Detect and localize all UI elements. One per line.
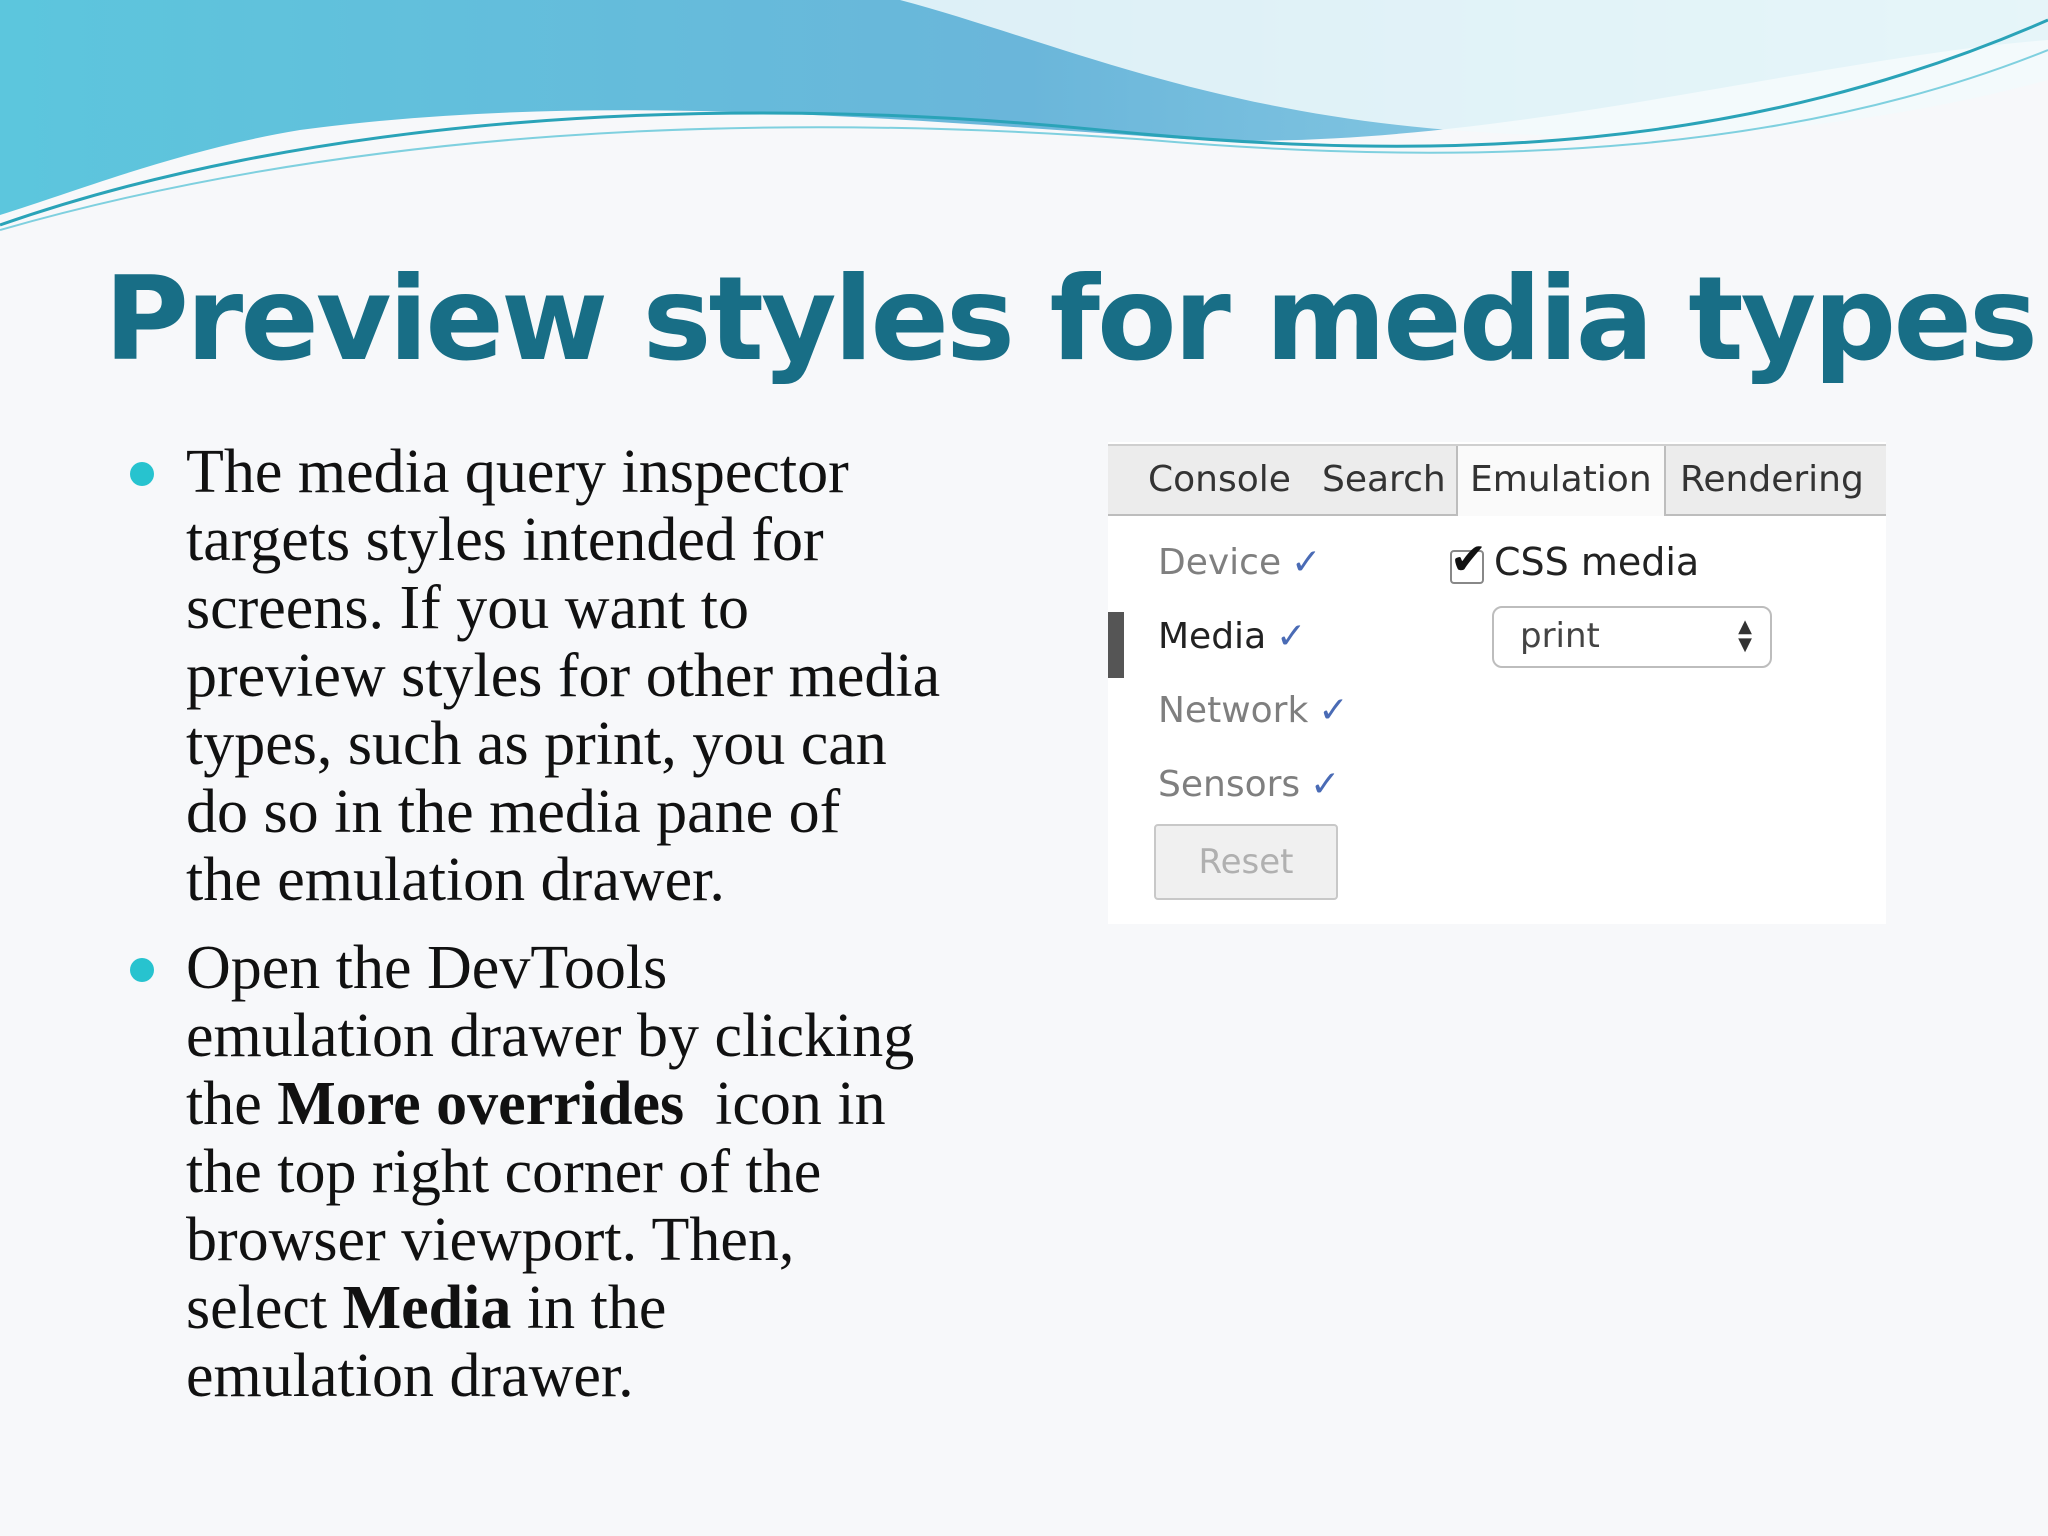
bullet-dot-icon [130,462,154,486]
bullet-line: targets styles intended for [186,506,824,574]
css-media-label: CSS media [1494,540,1700,584]
bullet-item-2: Open the DevTools emulation drawer by cl… [124,934,1024,1410]
tab-emulation[interactable]: Emulation [1456,446,1666,516]
bullet-line: preview styles for other media [186,642,941,710]
bullet-line: Open the DevTools [186,934,668,1002]
check-icon: ✓ [1318,690,1349,731]
selected-item-indicator [1108,612,1124,678]
bullet-text: icon in [684,1070,886,1138]
sidebar-item-label: Sensors [1158,764,1301,805]
check-icon: ✓ [1310,764,1341,805]
check-icon: ✓ [1276,616,1307,657]
bullet-line: browser viewport. Then, [186,1206,795,1274]
bullet-line: do so in the media pane of [186,778,841,846]
sidebar-item-sensors[interactable]: Sensors ✓ [1158,764,1340,805]
devtools-screenshot-panel: Console Search Emulation Rendering Devic… [1108,442,1886,924]
sidebar-item-network[interactable]: Network ✓ [1158,690,1348,731]
bullet-line: The media query inspector [186,438,849,506]
css-media-checkbox[interactable]: ✔ [1450,538,1487,584]
bullet-text: the [186,1070,278,1138]
media-type-value: print [1520,616,1600,656]
bullet-text: in the [511,1274,667,1342]
check-icon: ✓ [1291,542,1322,583]
sidebar-item-media[interactable]: Media ✓ [1158,616,1306,657]
bullet-item-1: The media query inspector targets styles… [124,438,1024,914]
checkmark-icon: ✔ [1450,534,1487,585]
sidebar-item-label: Network [1158,690,1309,731]
bullet-text: select [186,1274,343,1342]
bullet-line: types, such as print, you can [186,710,887,778]
bullet-list: The media query inspector targets styles… [124,438,1024,1430]
bullet-line: the top right corner of the [186,1138,822,1206]
page-title: Preview styles for media types [104,252,2038,387]
tab-console[interactable]: Console [1148,446,1291,514]
tab-search[interactable]: Search [1322,446,1446,514]
header-wave-decoration [0,0,2048,231]
bullet-line: screens. If you want to [186,574,749,642]
sidebar-item-device[interactable]: Device ✓ [1158,542,1321,583]
reset-button[interactable]: Reset [1154,824,1338,900]
sidebar-item-label: Device [1158,542,1282,583]
bullet-bold-text: More overrides [277,1070,685,1138]
bullet-line: emulation drawer. [186,1342,634,1410]
sidebar-item-label: Media [1158,616,1267,657]
updown-arrows-icon: ▲ ▼ [1738,616,1752,655]
bullet-line: emulation drawer by clicking [186,1002,915,1070]
media-type-select[interactable]: print ▲ ▼ [1492,606,1772,668]
bullet-dot-icon [130,958,154,982]
bullet-bold-text: Media [342,1274,512,1342]
tab-rendering[interactable]: Rendering [1680,446,1864,514]
drawer-tab-bar: Console Search Emulation Rendering [1108,444,1886,516]
bullet-line: the emulation drawer. [186,846,725,914]
